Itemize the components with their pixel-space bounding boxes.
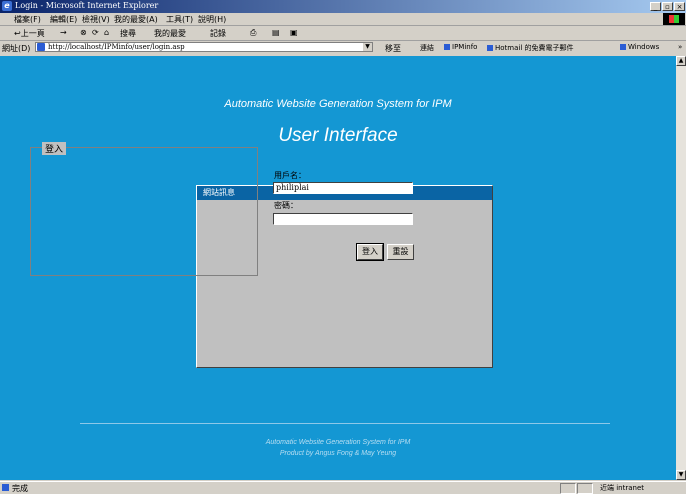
password-input[interactable] xyxy=(273,213,413,225)
link-icon xyxy=(487,45,493,51)
windows-logo-icon xyxy=(663,13,685,25)
link-ipminfo[interactable]: IPMinfo xyxy=(444,43,477,51)
menu-favorites[interactable]: 我的最愛(A) xyxy=(114,14,158,25)
toolbar: ↩上一頁 → ⊗ ⟳ ⌂ 搜尋 我的最愛 記錄 ⎙ ▤ ▣ xyxy=(0,26,686,41)
ie-icon: e xyxy=(2,1,12,11)
link-windows[interactable]: Windows xyxy=(620,43,659,51)
menu-edit[interactable]: 編輯(E) xyxy=(50,14,77,25)
print-icon[interactable]: ▤ xyxy=(272,28,280,37)
page-done-icon xyxy=(2,484,9,491)
menu-file[interactable]: 檔案(F) xyxy=(14,14,41,25)
menu-view[interactable]: 檢視(V) xyxy=(82,14,110,25)
address-url: http://localhost/IPMinfo/user/login.asp xyxy=(48,43,185,51)
menu-help[interactable]: 說明(H) xyxy=(198,14,226,25)
refresh-icon[interactable]: ⟳ xyxy=(92,28,99,37)
footer-divider xyxy=(80,423,610,424)
login-legend: 登入 xyxy=(42,142,67,155)
reset-button[interactable]: 重設 xyxy=(387,244,414,260)
maximize-button[interactable]: ▫ xyxy=(662,2,673,11)
link-icon xyxy=(444,44,450,50)
stop-icon[interactable]: ⊗ xyxy=(80,28,87,37)
username-input[interactable]: philiplai xyxy=(273,182,413,194)
forward-button[interactable]: → xyxy=(60,28,67,37)
security-zone: 近端 intranet xyxy=(600,484,645,492)
edit-icon[interactable]: ▣ xyxy=(290,28,298,37)
search-button[interactable]: 搜尋 xyxy=(120,28,136,39)
link-hotmail[interactable]: Hotmail 的免費電子郵件 xyxy=(487,43,574,53)
username-label: 用戶名： xyxy=(274,171,306,180)
scroll-down-icon[interactable]: ▼ xyxy=(676,470,686,480)
page-icon xyxy=(37,43,45,51)
links-label: 連結 xyxy=(420,44,434,52)
window-title: Login - Microsoft Internet Explorer xyxy=(15,1,159,10)
status-bar: 完成 近端 intranet xyxy=(0,481,686,494)
back-button[interactable]: ↩上一頁 xyxy=(14,28,45,39)
link-icon xyxy=(620,44,626,50)
scroll-up-icon[interactable]: ▲ xyxy=(676,56,686,66)
chevron-down-icon[interactable]: ▼ xyxy=(363,43,372,51)
password-label: 密碼： xyxy=(274,201,298,210)
more-links-icon[interactable]: » xyxy=(678,43,682,51)
login-button[interactable]: 登入 xyxy=(356,243,384,261)
page-content: Automatic Website Generation System for … xyxy=(0,56,676,480)
status-cell xyxy=(577,483,593,494)
address-bar: 網址(D) http://localhost/IPMinfo/user/logi… xyxy=(0,41,686,54)
site-subtitle: Automatic Website Generation System for … xyxy=(224,98,452,110)
status-text: 完成 xyxy=(12,484,28,493)
address-label: 網址(D) xyxy=(2,44,31,53)
vertical-scrollbar[interactable]: ▲ ▼ xyxy=(676,56,686,480)
footer-line2: Product by Angus Fong & May Yeung xyxy=(279,450,397,457)
close-button[interactable]: × xyxy=(674,2,685,11)
minimize-button[interactable]: _ xyxy=(650,2,661,11)
menu-bar: 檔案(F) 編輯(E) 檢視(V) 我的最愛(A) 工具(T) 說明(H) xyxy=(0,13,686,26)
login-fieldset xyxy=(30,147,258,276)
footer-line1: Automatic Website Generation System for … xyxy=(265,439,411,446)
page-title: User Interface xyxy=(278,125,398,146)
home-icon[interactable]: ⌂ xyxy=(104,28,109,37)
title-bar: e Login - Microsoft Internet Explorer _ … xyxy=(0,0,686,13)
status-cell xyxy=(560,483,576,494)
address-input[interactable]: http://localhost/IPMinfo/user/login.asp … xyxy=(35,42,373,52)
go-button[interactable]: 移至 xyxy=(385,43,401,54)
mail-icon[interactable]: ⎙ xyxy=(250,28,256,38)
menu-tools[interactable]: 工具(T) xyxy=(166,14,193,25)
favorites-button[interactable]: 我的最愛 xyxy=(154,28,186,39)
history-button[interactable]: 記錄 xyxy=(210,28,226,39)
